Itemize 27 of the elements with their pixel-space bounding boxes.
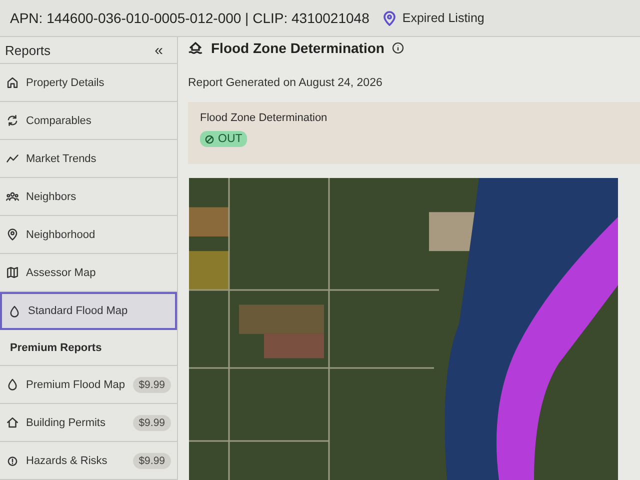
card-label: Flood Zone Determination: [200, 112, 328, 124]
refresh-icon: [6, 114, 19, 127]
flood-house-icon: [188, 41, 203, 55]
price-badge: $9.99: [132, 376, 171, 392]
people-icon: [6, 190, 19, 203]
section-heading: Premium Reports: [10, 342, 102, 354]
drop-icon: [8, 304, 21, 318]
map-icon: [6, 266, 19, 279]
price-badge: $9.99: [132, 452, 171, 468]
drop-icon: [6, 378, 19, 391]
report-date-text: Report Generated on August 24, 2026: [188, 77, 384, 89]
status-badge: OUT: [200, 131, 248, 147]
location-pin-icon: [6, 228, 19, 241]
collapse-button[interactable]: «: [152, 42, 165, 58]
trend-line-icon: [6, 152, 19, 165]
blocked-icon: [205, 134, 214, 144]
house-icon: [6, 76, 19, 89]
sidebar-title: Reports: [5, 42, 51, 58]
parcel-id-text: APN: 144600-036-010-0005-012-000 | CLIP: 4310021048: [10, 10, 370, 26]
location-pin-icon: [383, 10, 396, 26]
info-icon[interactable]: [392, 42, 404, 54]
price-badge: $9.99: [132, 414, 171, 430]
page-title: Flood Zone Determination: [211, 40, 384, 56]
listing-status: Expired Listing: [402, 11, 484, 25]
sidebar-item[interactable]: Standard Flood Map: [0, 292, 177, 330]
hazard-icon: [6, 454, 19, 467]
house-outline-icon: [6, 416, 19, 429]
